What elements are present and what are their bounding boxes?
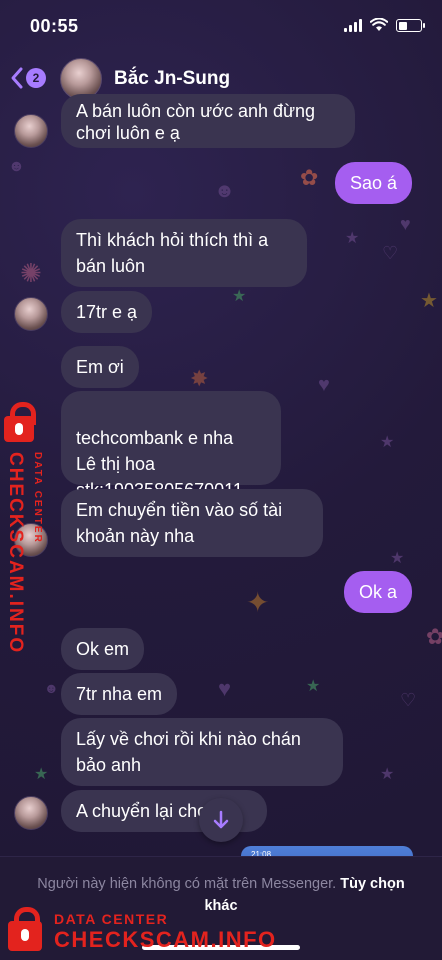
contact-avatar <box>14 297 48 331</box>
message-bubble[interactable]: Sao á <box>335 162 413 204</box>
sticker-decoration: ✦ <box>246 587 270 618</box>
contact-avatar <box>14 796 48 830</box>
sticker-decoration: ✿ <box>300 165 319 190</box>
message-bubble[interactable]: Lấy về chơi rồi khi nào chán bảo anh <box>61 718 343 786</box>
composer-disabled-notice: Người này hiện không có mặt trên Messeng… <box>0 856 442 960</box>
sticker-decoration: ✸ <box>190 366 209 391</box>
message-bubble[interactable]: techcombank e nha Lê thị hoa stk:1903580… <box>61 391 281 500</box>
message-bubble[interactable]: A bán luôn còn ước anh đừng chơi luôn e … <box>61 94 355 148</box>
watermark-title: CHECKSCAM.INFO <box>54 927 277 952</box>
signal-icon <box>344 18 362 32</box>
message-bubble[interactable]: Ok em <box>61 628 145 670</box>
sticker-decoration: ☻ <box>44 680 59 696</box>
watermark-title: CHECKSCAM.INFO <box>5 452 26 655</box>
back-button[interactable]: 2 <box>10 66 46 90</box>
message-bubble[interactable]: 17tr e ạ <box>61 291 153 333</box>
sticker-decoration: ☻ <box>214 180 236 202</box>
sticker-decoration: ✿ <box>426 624 442 649</box>
padlock-icon <box>8 907 42 951</box>
sticker-decoration: ★ <box>306 678 321 695</box>
sticker-decoration: ♥ <box>400 214 411 234</box>
message-bubble[interactable]: Ok a <box>344 571 413 613</box>
sticker-decoration: ☻ <box>8 158 25 175</box>
sticker-decoration: ★ <box>232 288 247 305</box>
offline-notice-text: Người này hiện không có mặt trên Messeng… <box>37 876 337 892</box>
unread-badge: 2 <box>26 68 46 88</box>
watermark-subtitle: DATA CENTER <box>32 452 43 544</box>
sticker-decoration: ★ <box>380 766 395 783</box>
status-icons <box>344 18 425 32</box>
status-bar: 00:55 <box>0 0 442 52</box>
chevron-left-icon <box>11 67 23 89</box>
sticker-decoration: ★ <box>390 550 405 567</box>
contact-avatar <box>14 114 48 148</box>
sticker-decoration: ★ <box>380 434 395 451</box>
sticker-decoration: ♥ <box>318 374 330 396</box>
contact-name[interactable]: Bắc Jn-Sung <box>114 68 230 90</box>
sticker-decoration: ★ <box>34 766 49 783</box>
sticker-decoration: ✺ <box>20 258 42 288</box>
status-time: 00:55 <box>30 16 79 36</box>
chat-screen: ☻ ☻ ✿ ♥ ★ ✺ ♡ ★ ★ ✸ ♥ ★ ★ ✦ ✿ ♥ ★ ♡ ★ ★ … <box>0 0 442 960</box>
sticker-decoration: ♡ <box>400 690 417 710</box>
arrow-down-icon <box>213 810 229 829</box>
message-bubble[interactable]: Em chuyển tiền vào số tài khoản này nha <box>61 489 323 557</box>
message-bubble[interactable]: Thì khách hỏi thích thì a bán luôn <box>61 219 307 287</box>
sticker-decoration: ♡ <box>382 243 399 263</box>
message-bubble[interactable]: 7tr nha em <box>61 673 178 715</box>
sticker-decoration: ★ <box>345 230 360 247</box>
sticker-decoration: ★ <box>420 290 438 312</box>
battery-icon <box>396 19 425 32</box>
wifi-icon <box>370 18 388 31</box>
watermark-subtitle: DATA CENTER <box>54 911 169 927</box>
padlock-icon <box>4 402 36 442</box>
scroll-to-bottom-button[interactable] <box>199 798 243 842</box>
message-bubble[interactable]: Em ơi <box>61 346 139 388</box>
sticker-decoration: ♥ <box>218 676 232 701</box>
